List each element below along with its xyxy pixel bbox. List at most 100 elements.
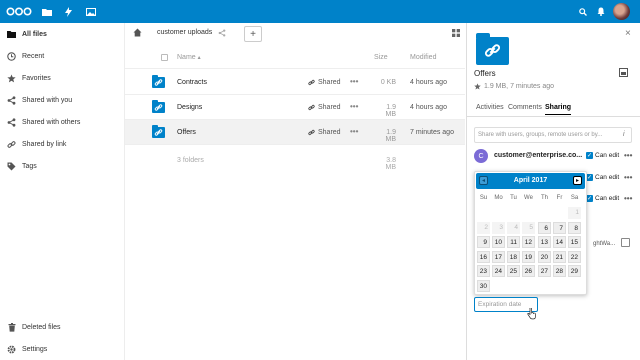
file-name[interactable]: Designs bbox=[177, 104, 202, 111]
table-row[interactable]: Designs Shared ••• 1.9 MB 4 hours ago bbox=[125, 95, 465, 120]
next-month-icon[interactable]: ▸ bbox=[573, 176, 582, 185]
notifications-icon[interactable] bbox=[594, 5, 607, 18]
calendar-day: 2 bbox=[477, 221, 490, 234]
more-actions-icon[interactable]: ••• bbox=[624, 173, 632, 182]
details-action-icon[interactable] bbox=[619, 68, 628, 77]
calendar-day[interactable]: 10 bbox=[492, 236, 505, 248]
link-icon bbox=[7, 140, 16, 149]
shared-indicator[interactable]: Shared bbox=[308, 79, 341, 86]
column-name[interactable]: Name ▴ bbox=[177, 54, 201, 61]
files-icon[interactable] bbox=[40, 5, 53, 18]
can-edit-toggle[interactable]: ✓ Can edit bbox=[586, 152, 619, 159]
sidebar-item-recent[interactable]: Recent bbox=[0, 45, 124, 67]
more-actions-icon[interactable]: ••• bbox=[624, 151, 632, 160]
details-meta: 1.9 MB, 7 minutes ago bbox=[474, 83, 554, 90]
calendar-day[interactable]: 24 bbox=[492, 265, 505, 277]
search-icon[interactable] bbox=[576, 5, 589, 18]
star-icon[interactable] bbox=[474, 83, 481, 90]
calendar-day[interactable]: 11 bbox=[507, 236, 520, 248]
link-icon bbox=[308, 79, 315, 86]
more-actions-icon[interactable]: ••• bbox=[350, 77, 358, 86]
checkbox-checked-icon[interactable]: ✓ bbox=[586, 195, 593, 202]
calendar-day[interactable]: 9 bbox=[477, 236, 490, 248]
calendar-day: 5 bbox=[522, 221, 535, 234]
tab-comments[interactable]: Comments bbox=[508, 104, 542, 111]
more-actions-icon[interactable]: ••• bbox=[624, 194, 632, 203]
table-row[interactable]: Contracts Shared ••• 0 KB 4 hours ago bbox=[125, 70, 465, 95]
file-modified: 4 hours ago bbox=[410, 104, 447, 111]
calendar-day[interactable]: 13 bbox=[538, 236, 551, 248]
checkbox-checked-icon[interactable]: ✓ bbox=[586, 152, 593, 159]
calendar-day[interactable]: 15 bbox=[568, 236, 581, 248]
calendar-day[interactable]: 29 bbox=[568, 265, 581, 277]
more-actions-icon[interactable]: ••• bbox=[350, 102, 358, 111]
tab-activities[interactable]: Activities bbox=[476, 104, 504, 111]
calendar-day[interactable]: 14 bbox=[553, 236, 566, 248]
prev-month-icon[interactable]: ◂ bbox=[479, 176, 488, 185]
sidebar-item-shared-by-link[interactable]: Shared by link bbox=[0, 133, 124, 155]
weekday-label: Th bbox=[540, 195, 548, 201]
sidebar-item-settings[interactable]: Settings bbox=[0, 338, 124, 360]
home-icon[interactable] bbox=[133, 28, 142, 37]
can-edit-toggle[interactable]: ✓ Can edit bbox=[586, 174, 619, 181]
column-size[interactable]: Size bbox=[374, 54, 388, 61]
calendar-day[interactable]: 25 bbox=[507, 265, 520, 277]
sidebar-item-label: Deleted files bbox=[22, 323, 61, 331]
calendar-day[interactable]: 27 bbox=[538, 265, 551, 277]
sidebar-item-deleted-files[interactable]: Deleted files bbox=[0, 316, 124, 338]
column-modified[interactable]: Modified bbox=[410, 54, 436, 61]
avatar: C bbox=[474, 149, 488, 163]
more-actions-icon[interactable]: ••• bbox=[350, 127, 358, 136]
user-avatar[interactable] bbox=[613, 3, 630, 20]
shared-folder-icon bbox=[152, 75, 165, 88]
table-row[interactable]: Offers Shared ••• 1.9 MB 7 minutes ago bbox=[125, 120, 465, 145]
calendar-day[interactable]: 17 bbox=[492, 250, 505, 263]
share-search-input[interactable]: Share with users, groups, remote users o… bbox=[474, 127, 632, 143]
sidebar-item-all-files[interactable]: All files bbox=[0, 23, 124, 45]
calendar-day[interactable]: 28 bbox=[553, 265, 566, 277]
share-icon bbox=[7, 117, 16, 127]
tab-sharing[interactable]: Sharing bbox=[545, 104, 572, 115]
nextcloud-logo[interactable] bbox=[6, 7, 32, 16]
calendar-day[interactable]: 7 bbox=[553, 221, 566, 234]
calendar-day[interactable]: 23 bbox=[477, 265, 490, 277]
sidebar-item-tags[interactable]: Tags bbox=[0, 155, 124, 177]
calendar-day[interactable]: 18 bbox=[507, 250, 520, 263]
calendar-day[interactable]: 12 bbox=[522, 236, 535, 248]
calendar-day[interactable]: 22 bbox=[568, 250, 581, 263]
new-button[interactable]: + bbox=[244, 26, 262, 42]
shared-indicator[interactable]: Shared bbox=[308, 104, 341, 111]
calendar-day[interactable]: 30 bbox=[477, 279, 490, 292]
shared-folder-icon bbox=[152, 100, 165, 113]
clipboard-icon[interactable] bbox=[621, 238, 630, 247]
gallery-icon[interactable] bbox=[84, 5, 97, 18]
info-icon[interactable]: i bbox=[623, 131, 625, 138]
file-name[interactable]: Offers bbox=[177, 129, 196, 136]
calendar-day[interactable]: 26 bbox=[522, 265, 535, 277]
sidebar-item-shared-with-you[interactable]: Shared with you bbox=[0, 89, 124, 111]
file-name[interactable]: Contracts bbox=[177, 79, 207, 86]
datepicker-month: April 2017 bbox=[513, 177, 548, 184]
sidebar-item-shared-with-others[interactable]: Shared with others bbox=[0, 111, 124, 133]
share-icon bbox=[7, 95, 16, 105]
shared-indicator[interactable]: Shared bbox=[308, 129, 341, 136]
grid-view-icon[interactable] bbox=[452, 29, 460, 37]
can-edit-toggle[interactable]: ✓ Can edit bbox=[586, 195, 619, 202]
calendar-day[interactable]: 16 bbox=[477, 250, 490, 263]
calendar-day[interactable]: 20 bbox=[538, 250, 551, 263]
calendar-day[interactable]: 19 bbox=[522, 250, 535, 263]
calendar-day[interactable]: 8 bbox=[568, 221, 581, 234]
sidebar-item-favorites[interactable]: Favorites bbox=[0, 67, 124, 89]
checkbox-checked-icon[interactable]: ✓ bbox=[586, 174, 593, 181]
calendar-day[interactable]: 21 bbox=[553, 250, 566, 263]
folder-icon bbox=[7, 30, 16, 39]
calendar-day[interactable]: 6 bbox=[538, 221, 551, 234]
breadcrumb-current[interactable]: customer uploads bbox=[157, 29, 212, 36]
close-icon[interactable]: × bbox=[625, 28, 631, 39]
folder-count: 3 folders bbox=[177, 157, 204, 164]
share-icon[interactable] bbox=[218, 29, 226, 37]
file-table-header: Name ▴ Size Modified bbox=[125, 45, 465, 69]
select-all-checkbox[interactable] bbox=[161, 54, 168, 61]
activity-icon[interactable] bbox=[62, 5, 75, 18]
gear-icon bbox=[7, 345, 16, 354]
